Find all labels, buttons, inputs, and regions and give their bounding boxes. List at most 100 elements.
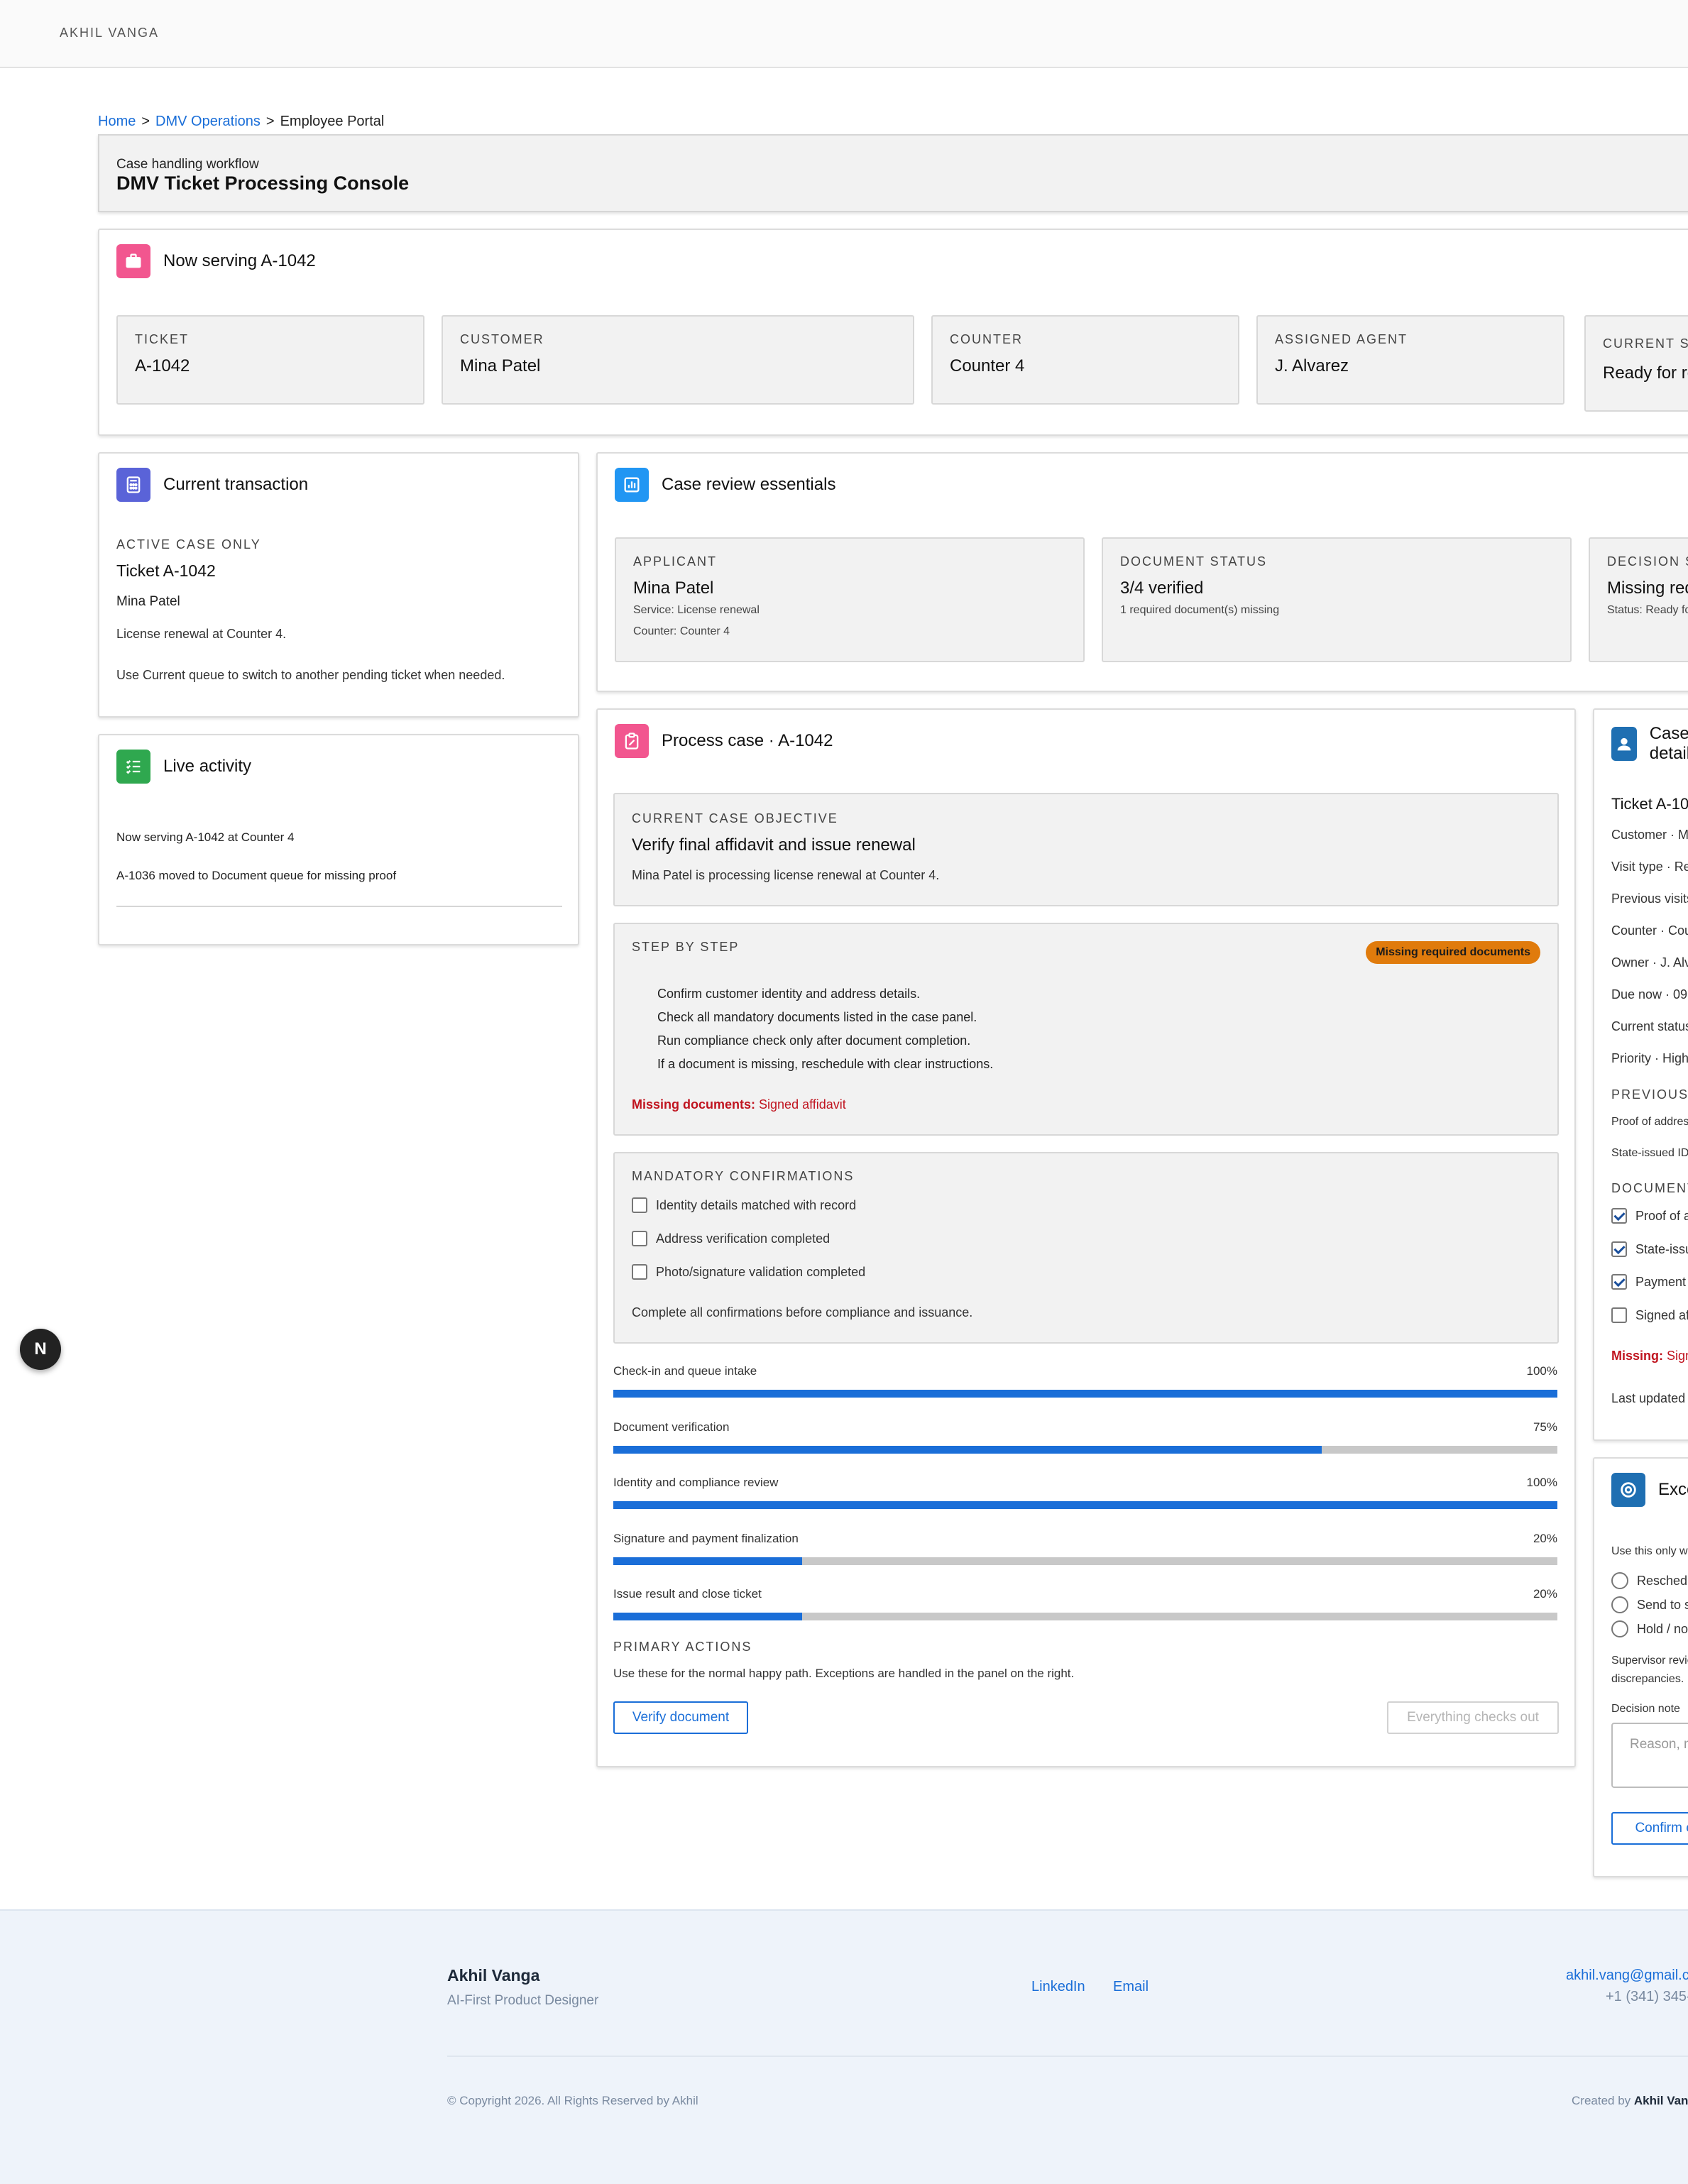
footer-copyright: © Copyright 2026. All Rights Reserved by… bbox=[447, 2094, 698, 2107]
live-activity-panel: Live activity Now serving A-1042 at Coun… bbox=[98, 734, 579, 945]
primary-actions-label: PRIMARY ACTIONS bbox=[613, 1640, 752, 1654]
active-ticket: Ticket A-1042 bbox=[116, 561, 216, 580]
applicant-label: APPLICANT bbox=[633, 554, 718, 569]
case-row: Current status · Ready for review bbox=[1611, 1019, 1688, 1033]
confirmation-identity[interactable]: Identity details matched with record bbox=[632, 1197, 856, 1213]
progress-percent: 20% bbox=[1533, 1587, 1557, 1601]
breadcrumb-dmv-operations[interactable]: DMV Operations bbox=[155, 114, 261, 129]
option-label: Send to supervisor bbox=[1637, 1597, 1688, 1612]
photo-signature-checkbox[interactable] bbox=[632, 1264, 647, 1280]
progress-percent: 100% bbox=[1526, 1476, 1557, 1489]
progress-label: Identity and compliance review bbox=[613, 1476, 779, 1489]
progress-label: Issue result and close ticket bbox=[613, 1587, 762, 1601]
document-signed-affidavit[interactable]: Signed affidavit bbox=[1611, 1307, 1688, 1323]
progress-label: Document verification bbox=[613, 1420, 730, 1434]
decision-status-sub: Status: Ready for review bbox=[1607, 604, 1688, 616]
document-checkbox[interactable] bbox=[1611, 1307, 1627, 1323]
previously-submitted-label: PREVIOUSLY SUBMITTED bbox=[1611, 1087, 1688, 1102]
missing-documents-badge: Missing required documents bbox=[1366, 941, 1540, 964]
case-row: Visit type · Renewal bbox=[1611, 860, 1688, 874]
breadcrumb-separator: > bbox=[141, 114, 150, 129]
decision-status-label: DECISION STATUS bbox=[1607, 554, 1688, 569]
now-serving-title: Now serving A-1042 bbox=[163, 251, 316, 270]
breadcrumb-separator: > bbox=[265, 114, 275, 129]
document-checkbox[interactable] bbox=[1611, 1241, 1627, 1257]
assigned-agent-label: ASSIGNED AGENT bbox=[1275, 332, 1408, 346]
address-checkbox[interactable] bbox=[632, 1231, 647, 1246]
supervisor-note: Supervisor review required for bbox=[1611, 1655, 1688, 1667]
hold-radio[interactable] bbox=[1611, 1620, 1628, 1637]
ticket-card: TICKET A-1042 bbox=[116, 315, 424, 405]
progress-bar bbox=[613, 1557, 1557, 1565]
current-transaction-title: Current transaction bbox=[163, 475, 309, 494]
confirm-exception-button[interactable]: Confirm exception bbox=[1611, 1812, 1688, 1845]
case-row: Counter · Counter 4 bbox=[1611, 923, 1688, 938]
exceptions-panel: Exceptions Use this only when the case c… bbox=[1593, 1457, 1688, 1877]
document-label: State-issued ID bbox=[1635, 1241, 1688, 1256]
brand-name[interactable]: AKHIL VANGA bbox=[60, 26, 159, 40]
progress-fill bbox=[613, 1557, 802, 1565]
document-status-value: 3/4 verified bbox=[1120, 578, 1204, 598]
footer-linkedin-link[interactable]: LinkedIn bbox=[1031, 1979, 1085, 1995]
identity-checkbox[interactable] bbox=[632, 1197, 647, 1213]
breadcrumb-home[interactable]: Home bbox=[98, 114, 136, 129]
assigned-agent-card: ASSIGNED AGENT J. Alvarez bbox=[1256, 315, 1564, 405]
documents-label: DOCUMENTS bbox=[1611, 1181, 1688, 1195]
step-item: If a document is missing, reschedule wit… bbox=[657, 1057, 994, 1071]
bar-chart-icon bbox=[615, 468, 649, 502]
document-proof-of-address[interactable]: Proof of address bbox=[1611, 1208, 1688, 1224]
confirmation-address[interactable]: Address verification completed bbox=[632, 1231, 830, 1246]
decision-status-card: DECISION STATUS Missing required documen… bbox=[1589, 537, 1688, 662]
option-reschedule[interactable]: Reschedule bbox=[1611, 1572, 1688, 1589]
document-state-id[interactable]: State-issued ID bbox=[1611, 1241, 1688, 1257]
ticket-value: A-1042 bbox=[135, 356, 190, 375]
step-item: Confirm customer identity and address de… bbox=[657, 987, 921, 1001]
ticket-label: TICKET bbox=[135, 332, 190, 346]
progress-bar bbox=[613, 1501, 1557, 1509]
confirmation-photo[interactable]: Photo/signature validation completed bbox=[632, 1264, 865, 1280]
confirmations-label: MANDATORY CONFIRMATIONS bbox=[632, 1169, 855, 1183]
decision-note-placeholder: Reason, next steps bbox=[1630, 1737, 1688, 1752]
person-icon bbox=[1611, 727, 1637, 761]
process-case-title: Process case · A-1042 bbox=[662, 731, 833, 750]
footer-email-address[interactable]: akhil.vang@gmail.com bbox=[1566, 1968, 1688, 1984]
decision-note-field[interactable]: Reason, next steps bbox=[1611, 1723, 1688, 1788]
progress-fill bbox=[613, 1390, 1557, 1398]
option-send-to-supervisor[interactable]: Send to supervisor bbox=[1611, 1596, 1688, 1613]
objective-sub: Mina Patel is processing license renewal… bbox=[632, 868, 940, 882]
option-hold[interactable]: Hold / no action bbox=[1611, 1620, 1688, 1637]
case-details-panel: Case details Ticket A-1042 Customer · Mi… bbox=[1593, 708, 1688, 1441]
now-serving-panel: Now serving A-1042 TICKET A-1042 CUSTOME… bbox=[98, 229, 1688, 436]
footer: Akhil Vanga AI-First Product Designer Li… bbox=[0, 1909, 1688, 2184]
case-missing-value: Signed affidavit bbox=[1667, 1349, 1688, 1363]
verify-document-button[interactable]: Verify document bbox=[613, 1701, 748, 1734]
progress-fill bbox=[613, 1501, 1557, 1509]
send-to-supervisor-radio[interactable] bbox=[1611, 1596, 1628, 1613]
progress-fill bbox=[613, 1613, 802, 1620]
active-customer: Mina Patel bbox=[116, 594, 180, 609]
progress-fill bbox=[613, 1446, 1322, 1454]
breadcrumb-current: Employee Portal bbox=[280, 114, 385, 129]
reschedule-radio[interactable] bbox=[1611, 1572, 1628, 1589]
progress-label: Check-in and queue intake bbox=[613, 1364, 757, 1378]
document-checkbox[interactable] bbox=[1611, 1208, 1627, 1224]
counter-value: Counter 4 bbox=[950, 356, 1025, 375]
objective-value: Verify final affidavit and issue renewal bbox=[632, 835, 916, 855]
created-by-prefix: Created by bbox=[1572, 2094, 1631, 2107]
floating-action-button[interactable]: N bbox=[20, 1329, 61, 1370]
target-icon bbox=[1611, 1473, 1645, 1507]
footer-email-link[interactable]: Email bbox=[1113, 1979, 1149, 1995]
activity-item: Now serving A-1042 at Counter 4 bbox=[116, 830, 295, 844]
activity-item: A-1036 moved to Document queue for missi… bbox=[116, 869, 397, 882]
counter-card: COUNTER Counter 4 bbox=[931, 315, 1239, 405]
document-status-card: DOCUMENT STATUS 3/4 verified 1 required … bbox=[1102, 537, 1572, 662]
everything-checks-out-button[interactable]: Everything checks out bbox=[1387, 1701, 1559, 1734]
document-payment-receipt[interactable]: Payment receipt bbox=[1611, 1274, 1688, 1290]
case-ticket: Ticket A-1042 bbox=[1611, 795, 1688, 813]
document-checkbox[interactable] bbox=[1611, 1274, 1627, 1290]
current-status-card: CURRENT STATUS Ready for review bbox=[1584, 315, 1688, 412]
applicant-counter: Counter: Counter 4 bbox=[633, 625, 730, 637]
customer-value: Mina Patel bbox=[460, 356, 541, 375]
case-missing-line: Missing: Signed affidavit bbox=[1611, 1349, 1688, 1363]
page-title: DMV Ticket Processing Console bbox=[116, 172, 410, 194]
